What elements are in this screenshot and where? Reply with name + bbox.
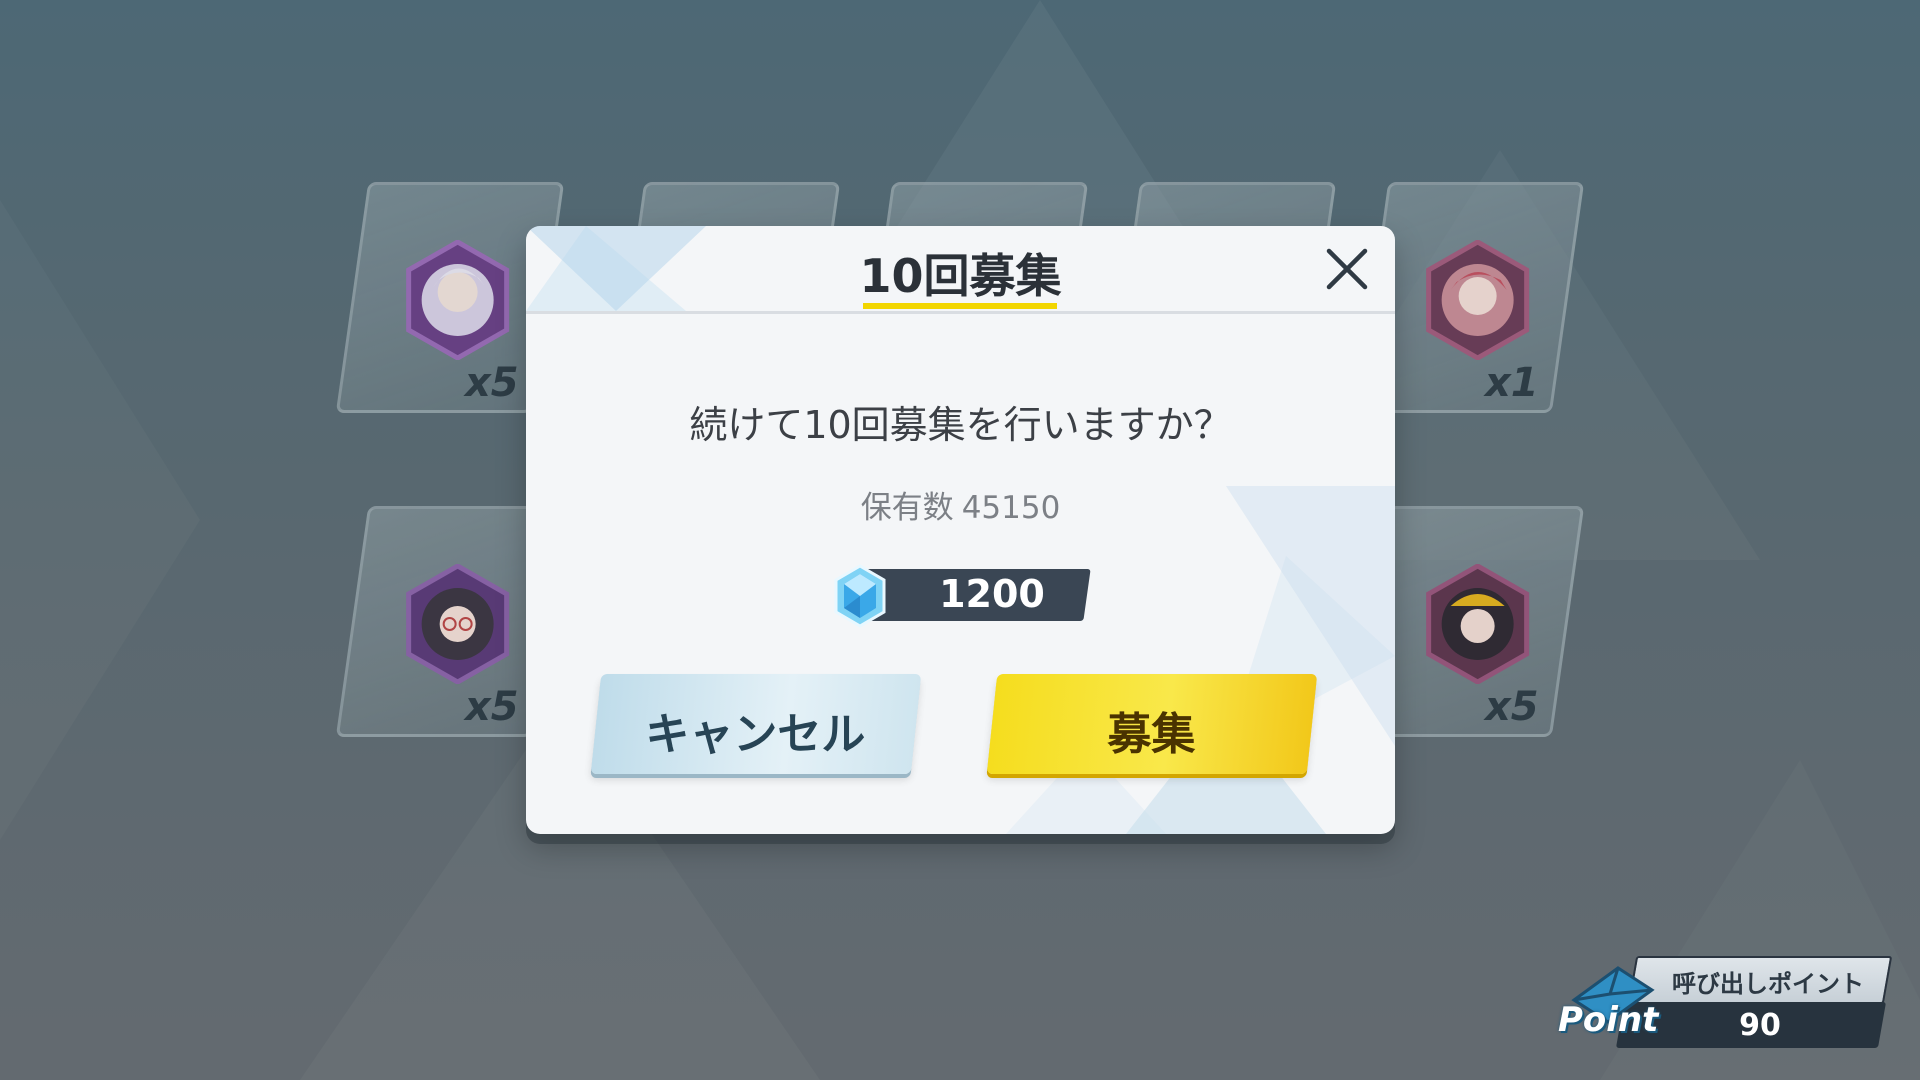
point-icon-text: Point xyxy=(1558,1000,1659,1040)
dialog-title: 10回募集 xyxy=(859,249,1062,303)
close-icon[interactable] xyxy=(1324,246,1370,292)
call-point-panel: 呼び出しポイント 90 Point xyxy=(1558,952,1900,1052)
dialog-header: 10回募集 xyxy=(526,226,1395,314)
owned-label: 保有数 xyxy=(860,490,954,526)
cancel-button-label: キャンセル xyxy=(645,709,866,760)
recruit-confirm-dialog: 10回募集 続けて10回募集を行いますか？ 保有数 45150 1200 キャンセ… xyxy=(526,226,1395,834)
crystal-gem-icon xyxy=(834,564,886,628)
confirm-question: 続けて10回募集を行いますか？ xyxy=(689,403,1232,447)
recruit-button[interactable]: 募集 xyxy=(986,674,1318,774)
cost-value: 1200 xyxy=(939,572,1045,616)
owned-value: 45150 xyxy=(961,490,1061,526)
point-label: 呼び出しポイント xyxy=(1672,970,1864,998)
owned-count: 保有数 45150 xyxy=(526,482,1395,527)
title-underline xyxy=(863,303,1057,309)
cost-display: 1200 xyxy=(832,564,1102,628)
point-value: 90 xyxy=(1739,1008,1781,1043)
cancel-button[interactable]: キャンセル xyxy=(590,674,922,774)
recruit-button-label: 募集 xyxy=(1107,709,1196,760)
